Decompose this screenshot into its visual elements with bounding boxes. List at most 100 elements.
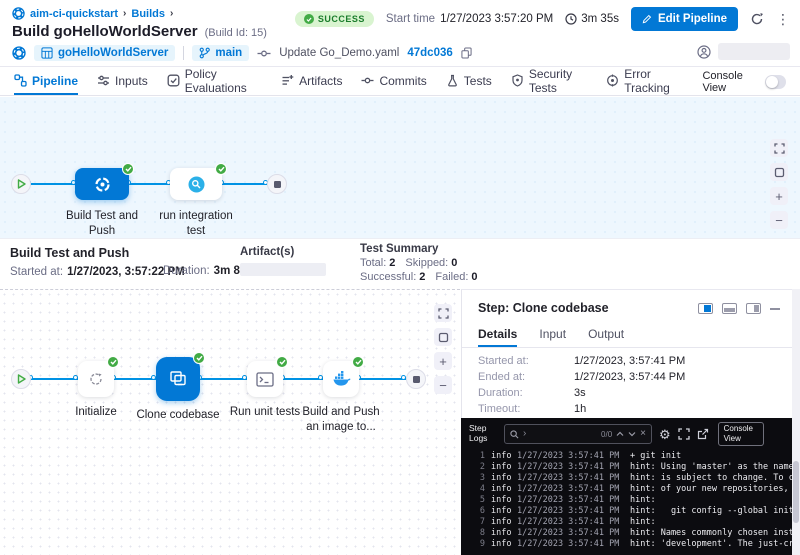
zoom-in-button[interactable]: + <box>434 352 452 370</box>
branch-chip[interactable]: main <box>192 45 249 61</box>
tab-artifacts[interactable]: Artifacts <box>281 68 342 95</box>
expand-canvas-icon[interactable] <box>770 139 788 157</box>
artifact-link-redacted[interactable] <box>240 263 326 276</box>
zoom-out-button[interactable]: − <box>770 211 788 229</box>
stage-node-label[interactable]: Build Test and Push <box>56 209 148 239</box>
step-panel-tabs: Details Input Output <box>462 322 792 348</box>
step-node-run-unit-tests[interactable] <box>247 361 283 397</box>
log-line: 9info1/27/2023 3:57:41 PMhint: 'developm… <box>469 539 792 550</box>
step-node-label[interactable]: Clone codebase <box>132 408 224 423</box>
step-node-build-and-push-image[interactable] <box>323 361 359 397</box>
stage-node-run-integration-test[interactable] <box>170 168 222 200</box>
step-graph-canvas[interactable]: Initialize Clone codebase Run unit tests… <box>0 289 460 555</box>
tab-details[interactable]: Details <box>478 322 517 347</box>
log-search-input[interactable] <box>530 429 597 439</box>
search-icon <box>510 430 519 439</box>
successful-label: Successful: <box>360 271 416 283</box>
pipeline-end-node[interactable] <box>267 174 287 194</box>
toggle-knob <box>766 76 778 88</box>
tab-inputs[interactable]: Inputs <box>97 68 148 95</box>
search-prev-icon[interactable] <box>616 431 624 437</box>
tab-security-tests[interactable]: Security Tests <box>511 68 587 95</box>
pipeline-start-node[interactable] <box>11 174 31 194</box>
test-summary-line1: Total:2 Skipped:0 <box>360 257 478 269</box>
tab-pipeline[interactable]: Pipeline <box>14 68 78 95</box>
inputs-icon <box>97 74 110 87</box>
repo-name: goHelloWorldServer <box>58 47 168 59</box>
stage-node-build-test-and-push[interactable] <box>75 168 129 200</box>
log-timestamp: 1/27/2023 3:57:41 PM <box>517 539 621 550</box>
layout-split-view-icon[interactable] <box>698 303 713 314</box>
detail-label: Started at: <box>478 356 574 367</box>
zoom-in-button[interactable]: + <box>770 187 788 205</box>
harness-logo-icon <box>12 7 25 20</box>
search-next-icon[interactable] <box>628 431 636 437</box>
fit-to-screen-icon[interactable] <box>434 328 452 346</box>
tab-tests[interactable]: Tests <box>446 68 492 95</box>
user-area <box>697 43 790 60</box>
layout-right-view-icon[interactable] <box>746 303 761 314</box>
more-options-icon[interactable]: ⋮ <box>776 12 790 26</box>
stage-graph-canvas[interactable]: Build Test and Push run integration test… <box>0 97 800 238</box>
repo-chip[interactable]: goHelloWorldServer <box>34 45 175 61</box>
tab-input[interactable]: Input <box>539 322 566 347</box>
stage-end-node[interactable] <box>406 369 426 389</box>
log-search-box: › 0/0 × <box>504 424 652 444</box>
console-header: Step Logs › 0/0 × ⚙ <box>461 418 792 448</box>
console-view-toggle[interactable] <box>765 75 786 89</box>
step-node-label[interactable]: Build and Push an image to... <box>295 405 387 435</box>
panel-layout-controls <box>698 303 780 314</box>
fit-to-screen-icon[interactable] <box>770 163 788 181</box>
log-lines[interactable]: 1info1/27/2023 3:57:41 PM+ git init 2inf… <box>461 448 792 550</box>
log-settings-gear-icon[interactable]: ⚙ <box>659 428 671 441</box>
success-check-icon <box>215 163 227 175</box>
open-in-new-tab-icon[interactable] <box>697 428 709 440</box>
success-check-icon <box>276 356 288 368</box>
test-summary-line2: Successful:2 Failed:0 <box>360 271 478 283</box>
step-node-initialize[interactable] <box>78 361 114 397</box>
layout-bottom-view-icon[interactable] <box>722 303 737 314</box>
tab-commits[interactable]: Commits <box>361 68 426 95</box>
stage-node-label[interactable]: run integration test <box>150 209 242 239</box>
start-time-value: 1/27/2023 3:57:20 PM <box>440 13 553 25</box>
divider <box>183 46 184 60</box>
panel-scrollbar[interactable] <box>792 289 800 555</box>
tab-policy-evaluations[interactable]: Policy Evaluations <box>167 68 262 95</box>
tab-error-tracking[interactable]: Error Tracking <box>606 68 683 95</box>
breadcrumb-builds-link[interactable]: Builds <box>131 8 165 20</box>
expand-canvas-icon[interactable] <box>434 304 452 322</box>
stage-started-at: Started at: 1/27/2023, 3:57:22 PM <box>10 266 185 278</box>
scrollbar-thumb[interactable] <box>793 461 799 523</box>
user-icon[interactable] <box>697 45 711 59</box>
failed-label: Failed: <box>435 271 468 283</box>
step-details-panel: Step: Clone codebase Details Input Outpu… <box>461 289 792 418</box>
stage-duration: Duration: 3m 8s <box>163 265 246 277</box>
header-actions: SUCCESS Start time 1/27/2023 3:57:20 PM … <box>295 7 790 31</box>
zoom-out-button[interactable]: − <box>434 376 452 394</box>
tab-output[interactable]: Output <box>588 322 624 347</box>
elapsed-time: 3m 35s <box>565 13 619 25</box>
search-close-icon[interactable]: × <box>640 429 646 439</box>
detail-row: Duration: 3s <box>478 388 782 399</box>
edit-pipeline-button[interactable]: Edit Pipeline <box>631 7 738 31</box>
collapse-panel-icon[interactable] <box>770 308 780 310</box>
ci-stage-icon <box>94 176 111 193</box>
refresh-icon[interactable] <box>750 12 764 26</box>
step-node-label[interactable]: Initialize <box>50 405 142 420</box>
log-timestamp: 1/27/2023 3:57:41 PM <box>517 528 621 539</box>
stage-start-node[interactable] <box>11 369 31 389</box>
log-message: hint: Names commonly chosen instead of <box>630 528 792 539</box>
copy-icon[interactable] <box>461 47 472 59</box>
step-node-clone-codebase[interactable] <box>156 357 200 401</box>
flask-icon <box>446 74 459 87</box>
console-view-button[interactable]: Console View <box>718 422 764 446</box>
fullscreen-logs-icon[interactable] <box>678 428 690 440</box>
log-timestamp: 1/27/2023 3:57:41 PM <box>517 506 621 517</box>
start-time-label: Start time <box>386 13 435 25</box>
test-summary-title: Test Summary <box>360 243 478 255</box>
skipped-value: 0 <box>451 257 457 269</box>
tab-label: Artifacts <box>299 74 342 88</box>
breadcrumb-project-link[interactable]: aim-ci-quickstart <box>30 8 118 20</box>
success-check-icon <box>352 356 364 368</box>
commit-sha-link[interactable]: 47dc036 <box>407 47 452 59</box>
